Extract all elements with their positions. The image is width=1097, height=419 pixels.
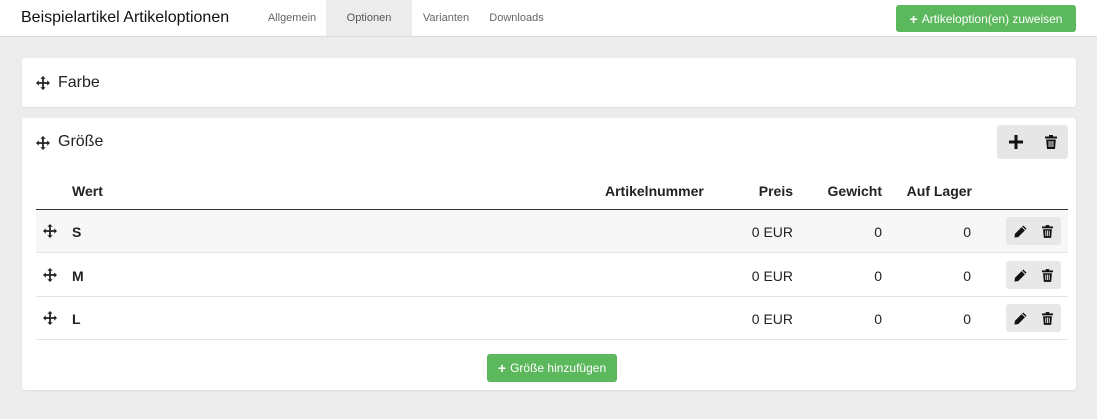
cell-preis: 0 EUR: [751, 224, 793, 240]
pencil-icon: [1014, 311, 1027, 325]
edit-button[interactable]: [1007, 217, 1034, 245]
move-icon[interactable]: [36, 136, 50, 150]
trash-icon: [1042, 311, 1053, 325]
delete-option-button[interactable]: [1033, 125, 1068, 159]
cell-gewicht: 0: [874, 268, 882, 284]
add-size-label: Größe hinzufügen: [510, 361, 607, 375]
assign-option-label: Artikeloption(en) zuweisen: [921, 11, 1063, 26]
plus-icon: [1008, 135, 1023, 149]
add-size-button[interactable]: + Größe hinzufügen: [487, 354, 617, 382]
column-header-artikelnummer: Artikelnummer: [605, 183, 704, 199]
assign-option-button[interactable]: + Artikeloption(en) zuweisen: [896, 5, 1076, 32]
plus-icon: +: [497, 360, 507, 376]
add-value-button[interactable]: [998, 125, 1033, 159]
cell-gewicht: 0: [874, 311, 882, 327]
cell-auf-lager: 0: [963, 311, 971, 327]
delete-button[interactable]: [1034, 261, 1061, 289]
trash-icon: [1042, 268, 1053, 282]
trash-icon: [1044, 135, 1057, 149]
cell-gewicht: 0: [874, 224, 882, 240]
option-title-groesse[interactable]: Größe: [58, 133, 103, 151]
trash-icon: [1042, 224, 1053, 238]
move-icon[interactable]: [36, 76, 50, 90]
plus-icon: +: [909, 10, 918, 27]
delete-button[interactable]: [1034, 217, 1061, 245]
delete-button[interactable]: [1034, 304, 1061, 332]
tab-optionen[interactable]: Optionen: [326, 0, 412, 36]
tab-downloads[interactable]: Downloads: [480, 0, 553, 36]
move-icon[interactable]: [43, 311, 57, 325]
move-icon[interactable]: [43, 224, 57, 238]
cell-wert: M: [72, 268, 84, 284]
row-actions: [1006, 304, 1061, 332]
cell-auf-lager: 0: [963, 224, 971, 240]
table-row: S 0 EUR 0 0: [36, 210, 1068, 253]
column-header-auf-lager: Auf Lager: [906, 183, 972, 199]
cell-preis: 0 EUR: [751, 311, 793, 327]
option-actions: [997, 125, 1068, 159]
pencil-icon: [1014, 224, 1027, 238]
table-row: M 0 EUR 0 0: [36, 254, 1068, 297]
row-actions: [1006, 217, 1061, 245]
table-row: L 0 EUR 0 0: [36, 297, 1068, 340]
option-card-farbe: [22, 58, 1076, 107]
page-title: Beispielartikel Artikeloptionen: [21, 9, 230, 26]
column-header-wert: Wert: [72, 183, 103, 199]
column-header-gewicht: Gewicht: [827, 183, 882, 199]
edit-button[interactable]: [1007, 304, 1034, 332]
option-title-farbe[interactable]: Farbe: [58, 74, 100, 92]
pencil-icon: [1014, 268, 1027, 282]
top-bar: Beispielartikel Artikeloptionen Allgemei…: [0, 0, 1097, 37]
column-header-preis: Preis: [758, 183, 793, 199]
move-icon[interactable]: [43, 268, 57, 282]
tab-varianten[interactable]: Varianten: [412, 0, 480, 36]
cell-wert: S: [72, 224, 82, 240]
cell-auf-lager: 0: [963, 268, 971, 284]
tab-allgemein[interactable]: Allgemein: [258, 0, 326, 36]
edit-button[interactable]: [1007, 261, 1034, 289]
cell-preis: 0 EUR: [751, 268, 793, 284]
cell-wert: L: [72, 311, 81, 327]
row-actions: [1006, 261, 1061, 289]
